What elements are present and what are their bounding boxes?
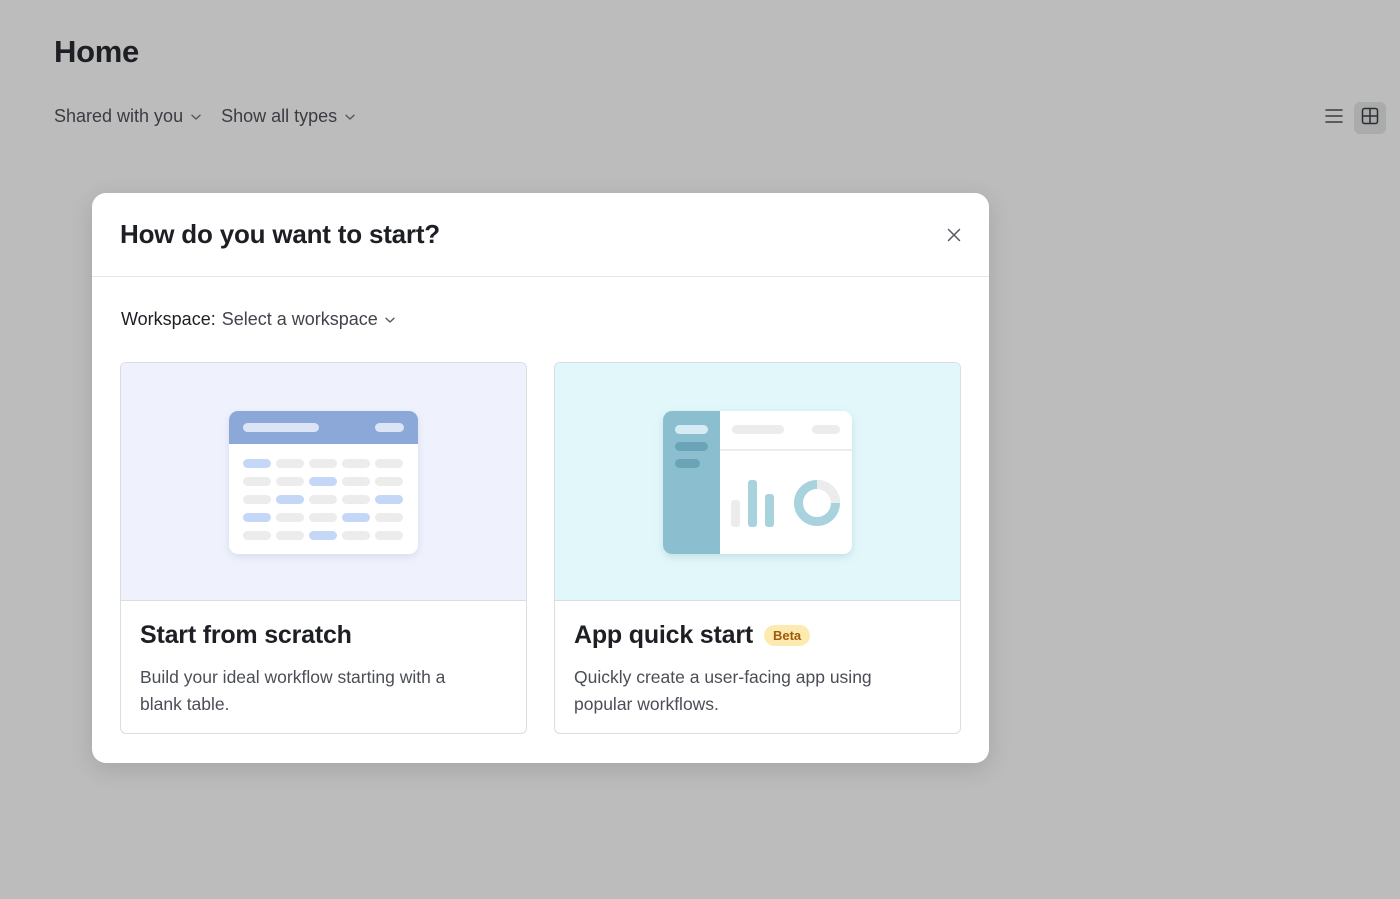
start-from-scratch-card[interactable]: Start from scratch Build your ideal work… [120, 362, 527, 734]
workspace-value: Select a workspace [221, 309, 378, 329]
card-title: Start from scratch [140, 621, 352, 649]
card-description: Quickly create a user-facing app using p… [574, 667, 872, 714]
list-view-button[interactable] [1318, 102, 1350, 134]
chevron-down-icon [383, 313, 397, 327]
shared-with-you-dropdown[interactable]: Shared with you [54, 106, 203, 127]
filter-bar: Shared with you Show all types [54, 106, 357, 127]
modal-title: How do you want to start? [120, 219, 440, 249]
close-button[interactable] [943, 226, 965, 248]
page-title: Home [54, 34, 139, 69]
close-icon [946, 227, 962, 248]
view-toggle [1318, 102, 1386, 134]
modal-header: How do you want to start? [92, 193, 989, 277]
workspace-select[interactable]: Select a workspace [222, 309, 397, 330]
grid-view-icon [1360, 106, 1380, 131]
types-filter-label: Show all types [221, 106, 338, 126]
workspace-label: Workspace: [121, 309, 216, 329]
grid-view-button[interactable] [1354, 102, 1386, 134]
chevron-down-icon [189, 110, 203, 124]
beta-badge: Beta [763, 625, 811, 646]
chevron-down-icon [343, 110, 357, 124]
card-title: App quick start [574, 621, 753, 649]
list-view-icon [1324, 106, 1344, 131]
show-all-types-dropdown[interactable]: Show all types [221, 106, 357, 127]
workspace-row: Workspace: Select a workspace [121, 309, 397, 330]
card-description: Build your ideal workflow starting with … [140, 667, 446, 714]
app-quick-start-card[interactable]: App quick start Beta Quickly create a us… [554, 362, 961, 734]
shared-filter-label: Shared with you [54, 106, 184, 126]
blank-table-illustration [121, 363, 526, 601]
app-dashboard-illustration [555, 363, 960, 601]
start-modal: How do you want to start? Workspace: Sel… [92, 193, 989, 763]
